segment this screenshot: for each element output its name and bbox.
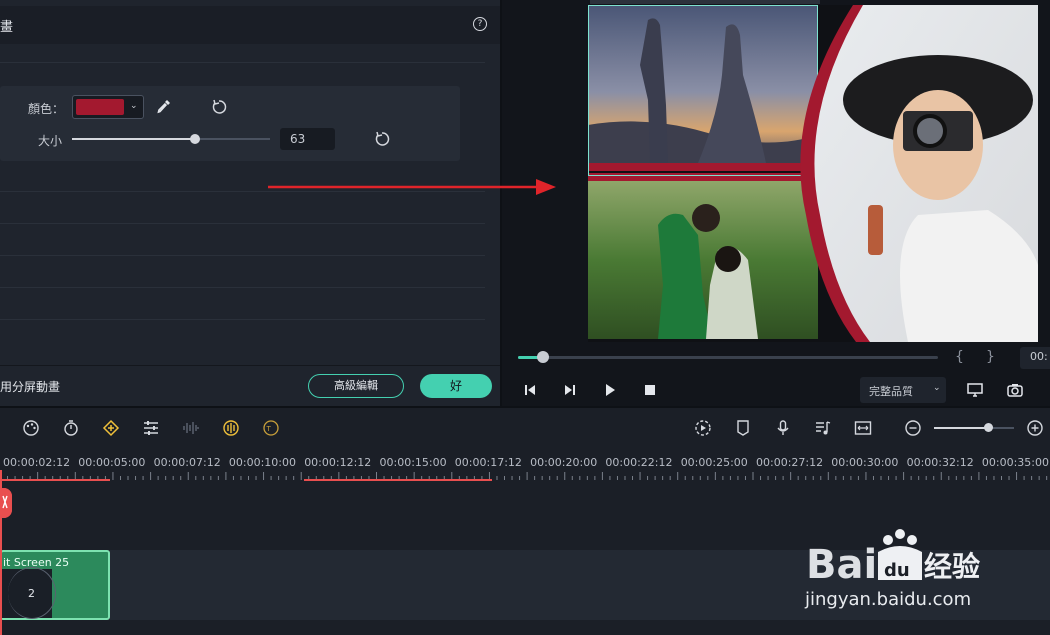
- mark-in-button[interactable]: {: [955, 349, 964, 365]
- svg-text:Bai: Bai: [806, 542, 877, 588]
- ruler-time-label: 00:00:30:00: [831, 456, 899, 469]
- color-swatch[interactable]: [76, 99, 124, 115]
- svg-text:经验: 经验: [924, 550, 980, 583]
- divider: [0, 287, 485, 288]
- stop-icon[interactable]: [642, 382, 658, 398]
- speed-icon[interactable]: [62, 419, 80, 437]
- mark-out-button[interactable]: }: [986, 349, 995, 365]
- music-icon[interactable]: [814, 419, 832, 437]
- chevron-down-icon[interactable]: ⌄: [130, 101, 138, 111]
- preview-canvas[interactable]: [588, 5, 1038, 342]
- size-label: 大小: [38, 134, 63, 148]
- zoom-in-icon[interactable]: [1026, 419, 1044, 437]
- panel-title: 畫: [0, 20, 14, 35]
- zoom-slider-thumb[interactable]: [983, 423, 993, 432]
- playback-progress-track[interactable]: [518, 356, 938, 359]
- divider: [0, 319, 485, 320]
- divider: [0, 62, 485, 63]
- ok-button[interactable]: 好: [420, 374, 492, 398]
- color-label: 顏色：: [28, 102, 65, 116]
- playback-progress-fill: [518, 356, 539, 359]
- ruler-time-label: 00:00:25:00: [680, 456, 748, 469]
- ruler-time-label: 00:00:07:12: [153, 456, 221, 469]
- svg-text:T: T: [266, 425, 272, 433]
- chevron-down-icon[interactable]: ⌄: [933, 383, 941, 393]
- zoom-slider-fill: [934, 427, 988, 429]
- timecode-readout: 00:: [1030, 350, 1048, 363]
- preview-top-bar: [590, 0, 820, 4]
- panel-header: [0, 6, 500, 44]
- ruler-time-label: 00:00:35:00: [981, 456, 1049, 469]
- adjust-icon[interactable]: [142, 419, 160, 437]
- play-icon[interactable]: [602, 382, 618, 398]
- scissors-icon[interactable]: [0, 488, 12, 518]
- render-icon[interactable]: [694, 419, 712, 437]
- help-icon[interactable]: ?: [473, 17, 487, 31]
- ruler-time-label: 00:00:12:12: [304, 456, 372, 469]
- playhead-scrubber[interactable]: [537, 351, 549, 363]
- monitor-icon[interactable]: [966, 381, 984, 399]
- watermark-url: jingyan.baidu.com: [805, 589, 972, 610]
- svg-text:du: du: [884, 560, 910, 581]
- microphone-icon[interactable]: [774, 419, 792, 437]
- timeline-track[interactable]: [0, 620, 1050, 635]
- snapshot-icon[interactable]: [1006, 381, 1024, 399]
- prev-frame-icon[interactable]: [522, 382, 538, 398]
- ruler-time-label: 00:00:20:00: [530, 456, 598, 469]
- eyedropper-icon[interactable]: [156, 98, 172, 114]
- ruler-time-label: 00:00:22:12: [605, 456, 673, 469]
- ruler-time-label: 00:00:05:00: [78, 456, 146, 469]
- split-screen-panel: [0, 0, 500, 406]
- fit-icon[interactable]: [854, 419, 872, 437]
- divider: [0, 223, 485, 224]
- speech-to-text-icon[interactable]: T: [262, 419, 280, 437]
- ruler-time-label: 00:00:10:00: [228, 456, 296, 469]
- size-value-input[interactable]: 63: [280, 128, 335, 150]
- ruler-time-label: 00:00:02:12: [3, 456, 71, 469]
- audio-wave-icon: [183, 422, 199, 434]
- size-slider-thumb[interactable]: [189, 134, 200, 144]
- ruler-time-label: 00:00:27:12: [756, 456, 824, 469]
- keyframe-icon[interactable]: [102, 419, 120, 437]
- clip-count: 2: [28, 587, 35, 600]
- color-palette-icon[interactable]: [22, 419, 40, 437]
- rendered-range: [304, 479, 492, 481]
- ruler-time-label: 00:00:32:12: [906, 456, 974, 469]
- divider: [0, 255, 485, 256]
- rendered-range: [0, 479, 110, 481]
- annotation-arrow: [268, 179, 556, 195]
- reset-icon[interactable]: [374, 131, 390, 147]
- divider: [0, 365, 500, 366]
- ruler-time-label: 00:00:17:12: [454, 456, 522, 469]
- border-settings-group: [0, 86, 460, 161]
- ruler-time-label: 00:00:15:00: [379, 456, 447, 469]
- next-frame-icon[interactable]: [562, 382, 578, 398]
- clip-title: it Screen 25: [3, 556, 70, 569]
- reset-icon[interactable]: [211, 99, 227, 115]
- ruler-ticks: [0, 472, 1048, 480]
- advanced-edit-button[interactable]: 高級編輯: [308, 374, 404, 398]
- size-slider-fill: [72, 138, 195, 140]
- zoom-out-icon[interactable]: [904, 419, 922, 437]
- audio-stretch-icon[interactable]: [222, 419, 240, 437]
- apply-split-screen-label: 用分屏動畫: [0, 380, 61, 394]
- marker-icon[interactable]: [734, 419, 752, 437]
